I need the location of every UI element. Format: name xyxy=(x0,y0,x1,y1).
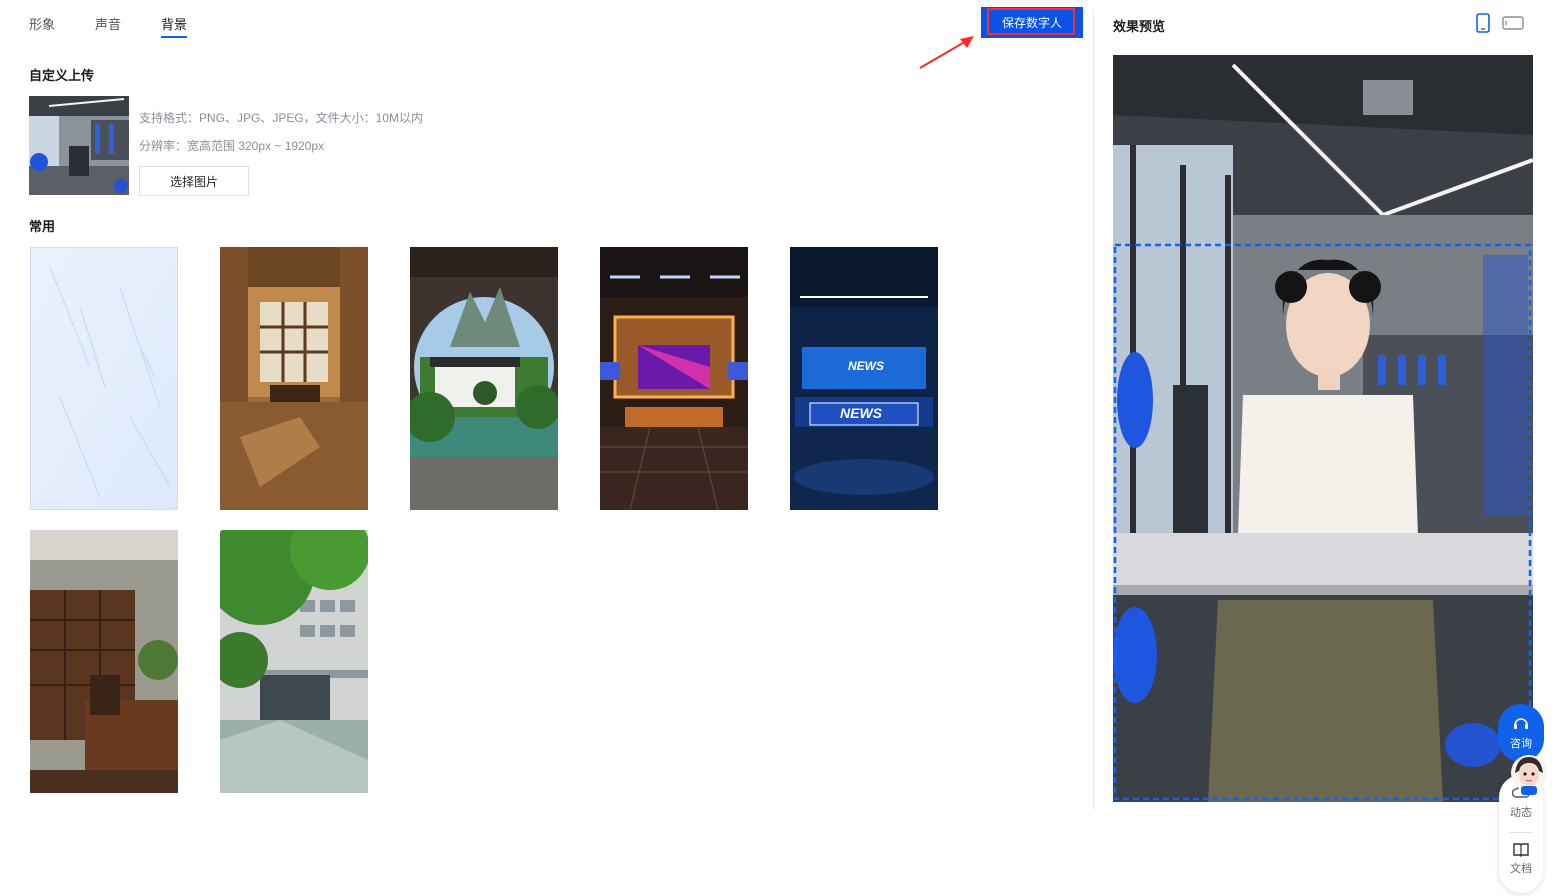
tab-bar: 形象 声音 背景 xyxy=(29,14,227,38)
assistant-avatar[interactable] xyxy=(1509,753,1549,797)
portrait-mode-icon[interactable] xyxy=(1476,13,1490,33)
background-option-chinese-garden[interactable] xyxy=(410,247,558,510)
format-hint: 支持格式：PNG、JPG、JPEG，文件大小：10M以内 xyxy=(139,111,424,125)
save-digital-human-button[interactable]: 保存数字人 xyxy=(981,7,1083,38)
side-panel-divider xyxy=(1509,832,1533,833)
landscape-mode-icon[interactable] xyxy=(1502,16,1524,30)
panel-divider xyxy=(1093,10,1094,810)
preview-title: 效果预览 xyxy=(1113,19,1166,34)
uploaded-image-thumbnail[interactable] xyxy=(29,96,129,195)
news-desk-label: NEWS xyxy=(840,405,882,421)
background-option-wood-hall[interactable] xyxy=(220,247,368,510)
background-option-news-studio[interactable]: NEWS NEWS xyxy=(790,247,938,510)
tab-avatar[interactable]: 形象 xyxy=(29,14,55,33)
docs-item[interactable]: 文档 xyxy=(1499,841,1543,876)
dynamic-label: 动态 xyxy=(1510,807,1532,819)
book-icon xyxy=(1513,843,1529,857)
tab-voice[interactable]: 声音 xyxy=(95,14,121,33)
preview-canvas xyxy=(1113,55,1533,802)
consult-label: 咨询 xyxy=(1510,738,1532,750)
news-screen-label: NEWS xyxy=(848,359,884,373)
background-option-campus[interactable] xyxy=(220,530,368,793)
tab-background[interactable]: 背景 xyxy=(161,14,188,38)
red-arrow-annotation xyxy=(919,36,974,69)
select-image-button[interactable]: 选择图片 xyxy=(139,166,249,196)
common-backgrounds-title: 常用 xyxy=(29,219,56,234)
save-button-label: 保存数字人 xyxy=(1001,16,1062,30)
headset-icon xyxy=(1514,718,1528,729)
background-option-light-blue[interactable] xyxy=(30,247,178,510)
docs-label: 文档 xyxy=(1510,863,1532,875)
background-option-tv-studio[interactable] xyxy=(600,247,748,510)
custom-upload-title: 自定义上传 xyxy=(29,68,95,83)
resolution-hint: 分辨率：宽高范围 320px ~ 1920px xyxy=(139,139,325,153)
background-option-office[interactable] xyxy=(30,530,178,793)
